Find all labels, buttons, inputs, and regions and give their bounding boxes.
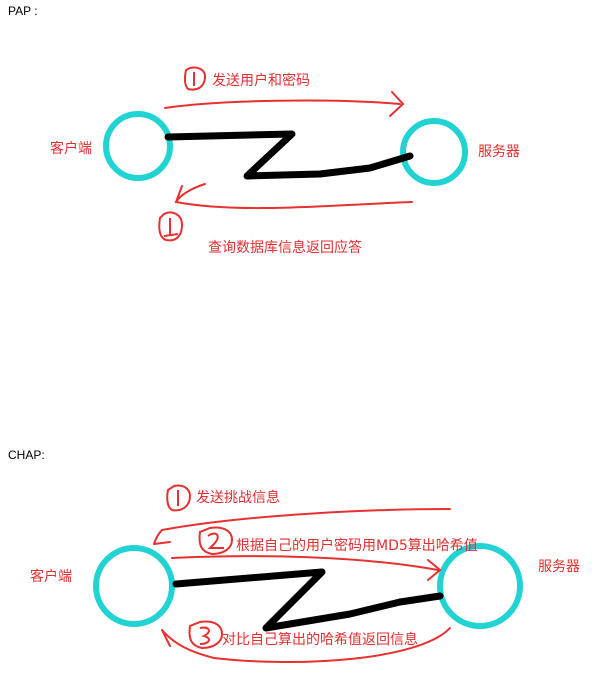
pap-step2-text: 查询数据库信息返回应答 xyxy=(208,240,362,256)
chap-step3-text: 对比自己算出的哈希值返回信息 xyxy=(222,632,418,648)
chap-step3-badge xyxy=(188,620,224,650)
chap-step1-badge xyxy=(166,484,192,512)
pap-step2-arrow xyxy=(174,183,413,210)
chap-client-label: 客户端 xyxy=(30,569,72,585)
chap-server-node xyxy=(437,543,523,629)
pap-step1-badge xyxy=(183,66,207,91)
chap-server-label: 服务器 xyxy=(538,559,580,575)
diagram-canvas xyxy=(93,66,523,664)
chap-client-node xyxy=(93,545,175,627)
pap-step1-text: 发送用户和密码 xyxy=(212,73,310,89)
pap-server-label: 服务器 xyxy=(478,144,520,160)
chap-connection-link xyxy=(172,568,444,632)
pap-header: PAP : xyxy=(8,4,38,18)
pap-client-node xyxy=(103,111,173,181)
pap-client-label: 客户端 xyxy=(50,141,92,157)
pap-step1-arrow xyxy=(164,91,405,117)
pap-step2-badge xyxy=(158,211,184,242)
chap-step2-badge xyxy=(198,526,234,556)
chap-step1-text: 发送挑战信息 xyxy=(196,490,280,506)
pap-server-node xyxy=(400,118,468,186)
chap-header: CHAP: xyxy=(8,448,45,462)
pap-connection-link xyxy=(164,130,414,180)
chap-step2-text: 根据自己的用户密码用MD5算出哈希值 xyxy=(236,538,478,554)
